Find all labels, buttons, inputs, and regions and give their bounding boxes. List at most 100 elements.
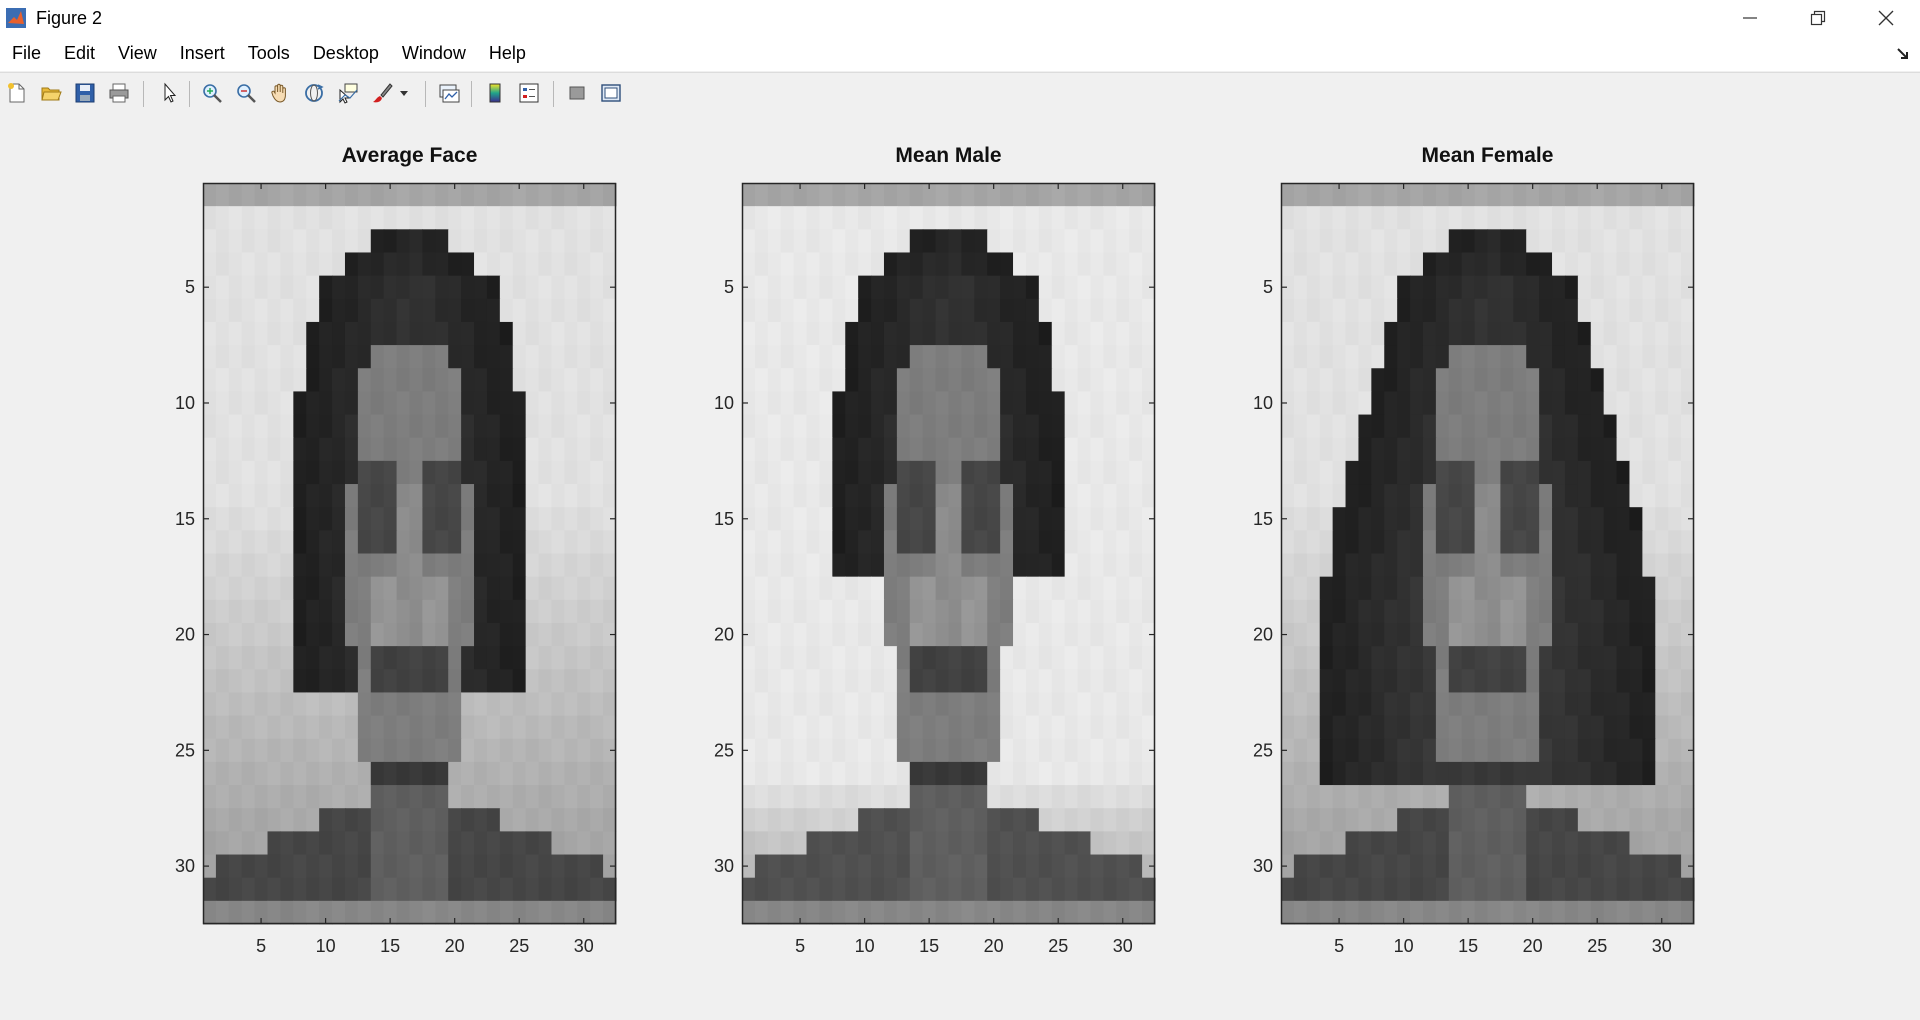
heatmap-cell xyxy=(396,229,411,254)
heatmap-cell xyxy=(832,715,846,740)
heatmap-cell xyxy=(1319,738,1334,763)
colorbar-button[interactable] xyxy=(481,79,509,107)
heatmap-cell xyxy=(603,460,617,485)
heatmap-cell xyxy=(332,761,346,786)
legend-button[interactable] xyxy=(515,79,543,107)
print-button[interactable] xyxy=(105,79,133,107)
heatmap-cell xyxy=(1487,298,1502,323)
heatmap-cell xyxy=(767,576,782,601)
heatmap-cell xyxy=(486,738,501,763)
heatmap-cell xyxy=(1371,414,1385,439)
show-plot-tools-button[interactable] xyxy=(597,79,625,107)
heatmap-cell xyxy=(1116,368,1130,393)
heatmap-cell xyxy=(1025,391,1040,416)
heatmap-cell xyxy=(1000,692,1014,717)
heatmap-cell xyxy=(1410,715,1424,740)
heatmap-cell xyxy=(1103,484,1117,508)
heatmap-cell xyxy=(845,414,859,439)
heatmap-cell xyxy=(845,252,859,277)
heatmap-cell xyxy=(1281,715,1295,740)
brush-dropdown-button[interactable] xyxy=(397,79,411,107)
zoom-in-button[interactable] xyxy=(198,79,226,107)
heatmap-cell xyxy=(1526,229,1540,254)
heatmap-cell xyxy=(922,877,937,902)
heatmap-cell xyxy=(1448,715,1463,740)
heatmap-cell xyxy=(1474,692,1489,717)
brush-button[interactable] xyxy=(368,79,396,107)
heatmap-cell xyxy=(961,484,975,508)
menu-desktop[interactable]: Desktop xyxy=(301,36,390,71)
hide-plot-tools-button[interactable] xyxy=(563,79,591,107)
axes-mean-male[interactable]: Mean Male 5 10 15 20 25 30 5 10 15 20 25 30 xyxy=(714,144,1230,1001)
heatmap-cell xyxy=(1539,576,1553,601)
heatmap-cell xyxy=(1025,530,1040,555)
heatmap-cell xyxy=(1681,761,1695,786)
heatmap-cell xyxy=(564,298,578,323)
menu-window[interactable]: Window xyxy=(390,36,477,71)
zoom-out-button[interactable] xyxy=(232,79,260,107)
save-button[interactable] xyxy=(71,79,99,107)
heatmap-cell xyxy=(1603,183,1618,207)
heatmap-cell xyxy=(603,831,617,856)
heatmap-cell xyxy=(754,345,769,369)
close-button[interactable] xyxy=(1852,0,1920,36)
new-figure-icon xyxy=(8,83,25,103)
heatmap-cell xyxy=(383,761,398,786)
rotate-3d-button[interactable] xyxy=(300,79,328,107)
new-figure-button[interactable] xyxy=(3,79,31,107)
heatmap-cell xyxy=(1603,252,1618,277)
heatmap-cell xyxy=(577,646,591,670)
heatmap-cell xyxy=(538,576,553,601)
heatmap-cell xyxy=(806,622,821,647)
heatmap-cell xyxy=(1681,877,1695,902)
heatmap-cell xyxy=(1526,715,1540,740)
edit-plot-button[interactable] xyxy=(155,79,183,107)
heatmap-cell xyxy=(1681,692,1695,717)
heatmap-cell xyxy=(409,599,424,624)
heatmap-cell xyxy=(1293,738,1308,763)
menu-tools[interactable]: Tools xyxy=(236,36,301,71)
menu-insert[interactable]: Insert xyxy=(168,36,236,71)
heatmap-cell xyxy=(1064,414,1079,439)
heatmap-cell xyxy=(1129,900,1143,925)
heatmap-cell xyxy=(241,692,256,717)
heatmap-cell xyxy=(344,831,359,856)
heatmap-cell xyxy=(1500,298,1514,323)
heatmap-cell xyxy=(1461,553,1476,578)
menu-help[interactable]: Help xyxy=(477,36,537,71)
heatmap-cell xyxy=(1655,391,1669,416)
heatmap-cell xyxy=(344,437,359,462)
heatmap-cells xyxy=(203,183,617,925)
heatmap-cell xyxy=(1000,599,1014,624)
heatmap-cell xyxy=(1142,206,1156,230)
link-plot-button[interactable] xyxy=(435,79,463,107)
heatmap-cell xyxy=(448,831,462,856)
pan-button[interactable] xyxy=(266,79,294,107)
axes-average-face[interactable]: Average Face 5 10 15 20 25 30 5 10 15 20 25 30 xyxy=(175,144,691,1001)
menu-edit[interactable]: Edit xyxy=(52,36,106,71)
open-file-button[interactable] xyxy=(37,79,65,107)
heatmap-cell xyxy=(538,183,553,207)
menu-file[interactable]: File xyxy=(0,36,52,71)
heatmap-cell xyxy=(1681,437,1695,462)
restore-button[interactable] xyxy=(1784,0,1852,36)
heatmap-cell xyxy=(1051,877,1066,902)
heatmap-cell xyxy=(819,391,833,416)
axes-mean-female[interactable]: Mean Female 5 10 15 20 25 30 5 10 15 20 25 30 xyxy=(1253,144,1769,1001)
heatmap-cell xyxy=(1526,854,1540,879)
minimize-button[interactable] xyxy=(1716,0,1784,36)
heatmap-cell xyxy=(935,252,950,277)
heatmap-cell xyxy=(357,252,372,277)
heatmap-cell xyxy=(1358,808,1372,832)
heatmap-cell xyxy=(1603,692,1618,717)
heatmap-cell xyxy=(1539,321,1553,346)
heatmap-cell xyxy=(974,553,988,578)
data-cursor-button[interactable] xyxy=(334,79,362,107)
menu-view[interactable]: View xyxy=(106,36,168,71)
heatmap-cell xyxy=(896,715,911,740)
heatmap-cell xyxy=(1526,298,1540,323)
dock-arrow-icon[interactable] xyxy=(1896,47,1910,61)
heatmap-cell xyxy=(577,854,591,879)
heatmap-cell xyxy=(1668,646,1682,670)
heatmap-cell xyxy=(806,854,821,879)
